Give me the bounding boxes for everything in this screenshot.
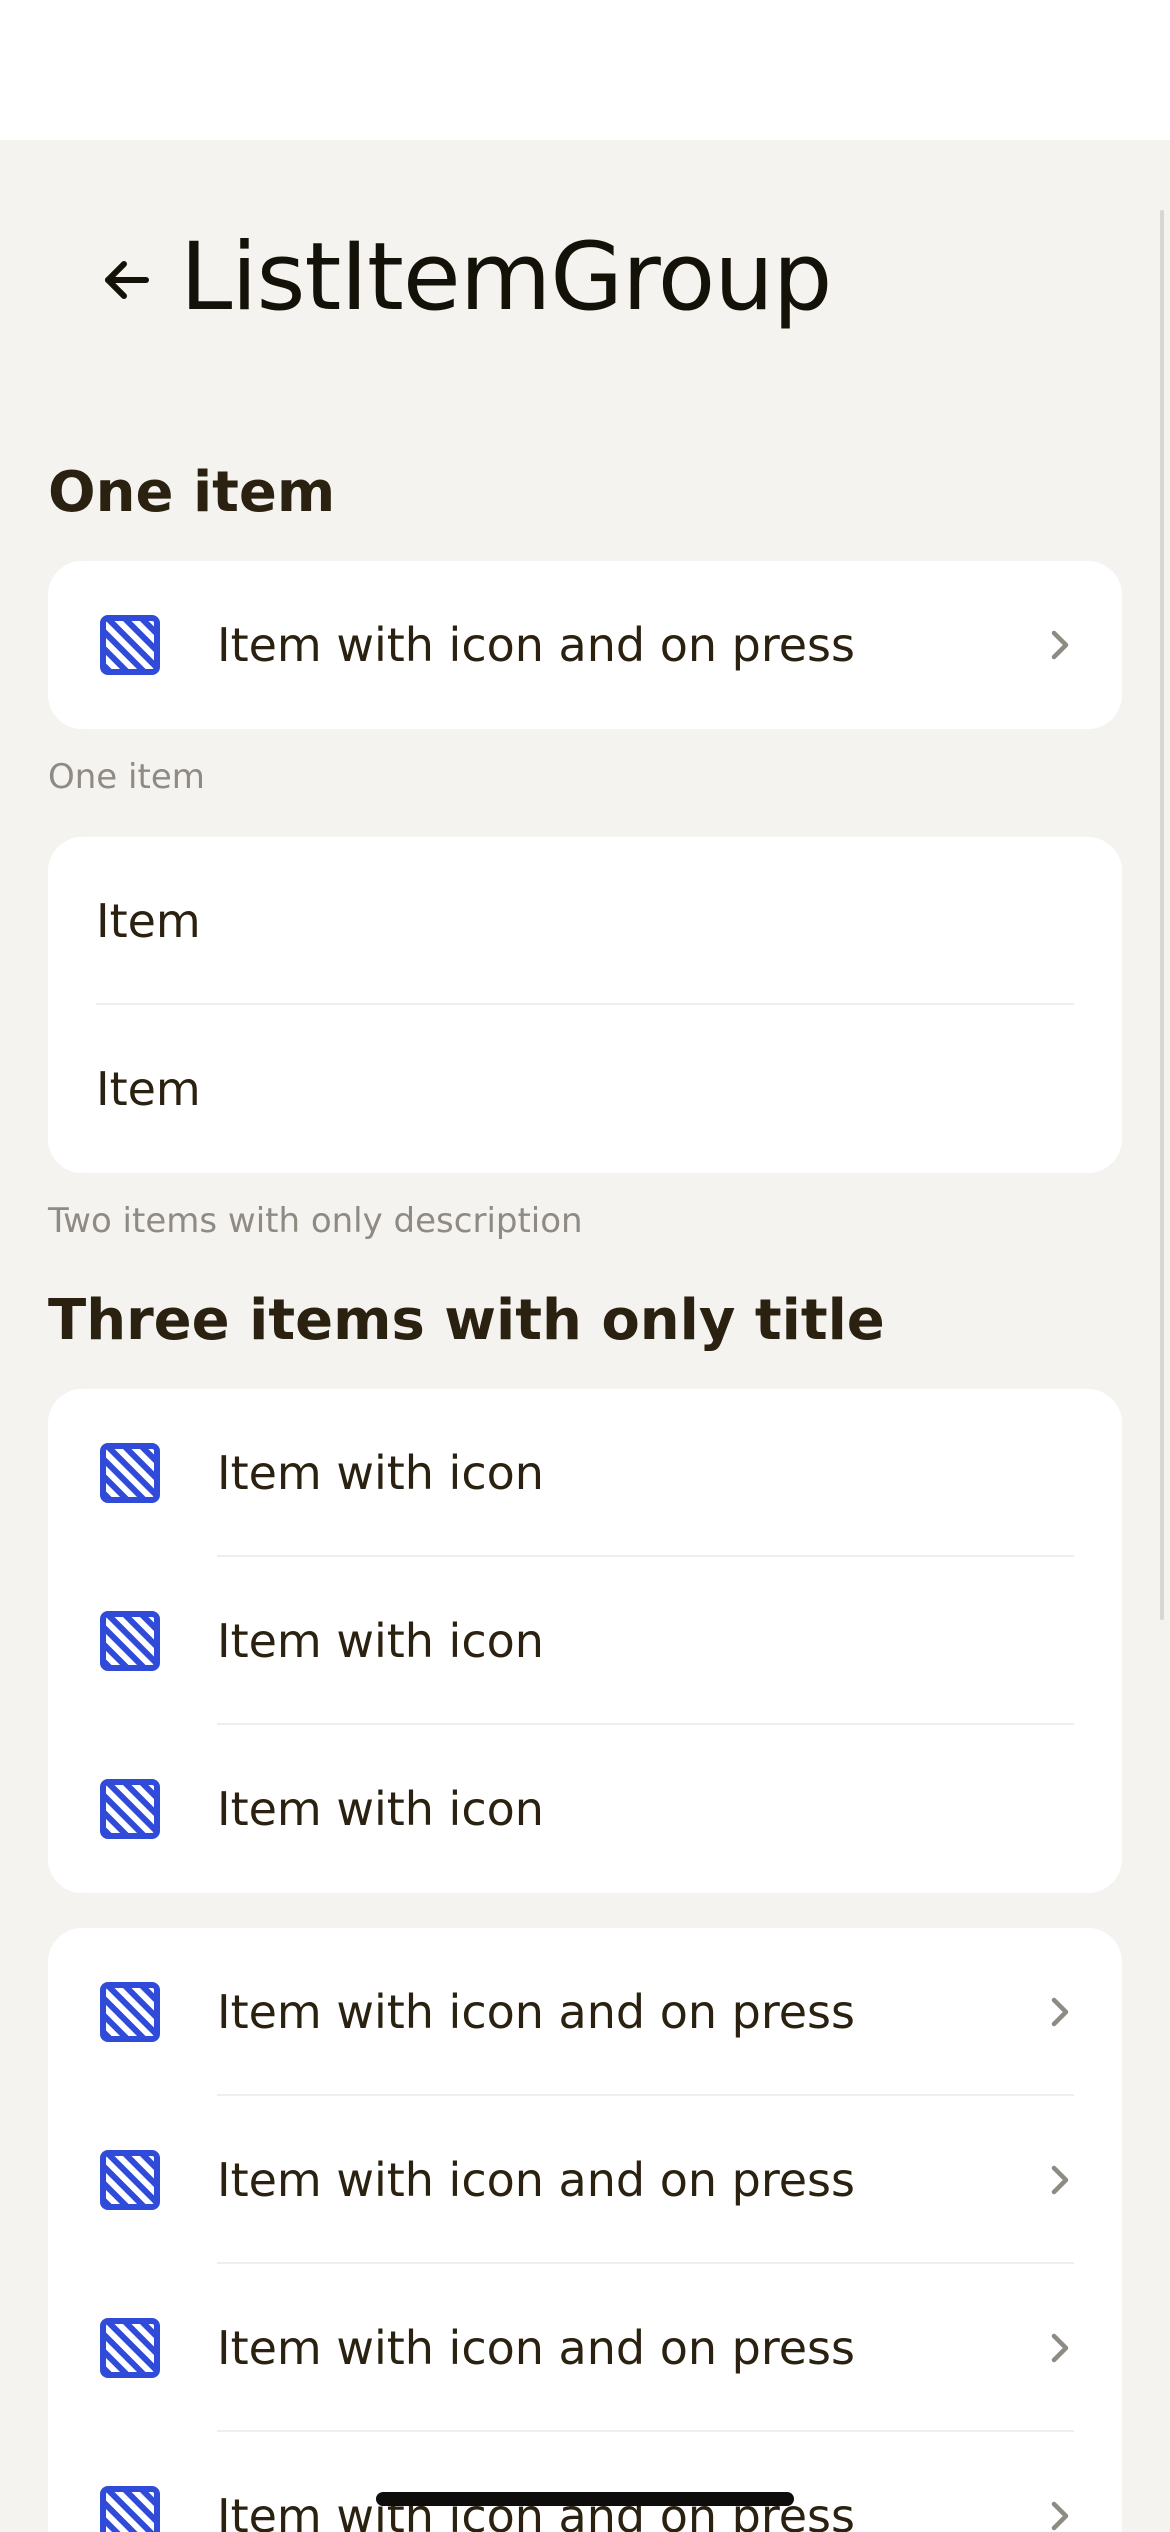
list-item[interactable]: Item with icon — [48, 1557, 1122, 1725]
list-item[interactable]: Item with icon — [48, 1389, 1122, 1557]
list-item-label: Item with icon and on press — [217, 2321, 855, 2375]
placeholder-icon — [100, 1443, 160, 1503]
page-title: ListItemGroup — [180, 223, 832, 332]
list-item[interactable]: Item with icon and on press — [48, 1928, 1122, 2096]
group-caption: Two items with only description — [48, 1201, 583, 1241]
placeholder-icon — [100, 1779, 160, 1839]
list-item-label: Item with icon and on press — [217, 1985, 855, 2039]
list-group-two-items: Item Item — [48, 837, 1122, 1173]
placeholder-icon — [100, 2150, 160, 2210]
list-item-label: Item — [96, 894, 201, 948]
section-title-one-item: One item — [48, 460, 336, 525]
status-bar — [0, 0, 1170, 140]
list-item-label: Item with icon — [217, 1446, 544, 1500]
placeholder-icon — [100, 615, 160, 675]
arrow-left-icon — [105, 261, 149, 299]
list-item[interactable]: Item with icon and on press — [48, 2264, 1122, 2432]
screen-content[interactable]: ListItemGroup One item Item with icon an… — [0, 140, 1170, 2532]
chevron-right-icon — [1042, 2162, 1078, 2198]
list-item-label: Item with icon and on press — [217, 2153, 855, 2207]
list-item[interactable]: Item — [48, 1005, 1122, 1173]
header: ListItemGroup — [0, 140, 1170, 430]
placeholder-icon — [100, 2318, 160, 2378]
section-title-three-items: Three items with only title — [48, 1288, 885, 1353]
chevron-right-icon — [1042, 1994, 1078, 2030]
home-indicator[interactable] — [376, 2492, 794, 2506]
group-caption: One item — [48, 757, 205, 797]
placeholder-icon — [100, 1982, 160, 2042]
placeholder-icon — [100, 2486, 160, 2532]
list-item[interactable]: Item with icon and on press — [48, 561, 1122, 729]
list-group-one-item: Item with icon and on press — [48, 561, 1122, 729]
list-item-label: Item with icon — [217, 1782, 544, 1836]
list-item[interactable]: Item — [48, 837, 1122, 1005]
list-item[interactable]: Item with icon and on press — [48, 2432, 1122, 2532]
list-item[interactable]: Item with icon and on press — [48, 2096, 1122, 2264]
list-group-three-items: Item with icon Item with icon Item with … — [48, 1389, 1122, 1893]
list-item-label: Item — [96, 1062, 201, 1116]
placeholder-icon — [100, 1611, 160, 1671]
list-item[interactable]: Item with icon — [48, 1725, 1122, 1893]
chevron-right-icon — [1042, 627, 1078, 663]
chevron-right-icon — [1042, 2330, 1078, 2366]
back-button[interactable] — [96, 250, 156, 310]
list-item-label: Item with icon — [217, 1614, 544, 1668]
list-item-label: Item with icon and on press — [217, 618, 855, 672]
list-group-pressable-items: Item with icon and on press Item with ic… — [48, 1928, 1122, 2532]
list-item-label: Item with icon and on press — [217, 2489, 855, 2532]
chevron-right-icon — [1042, 2498, 1078, 2532]
